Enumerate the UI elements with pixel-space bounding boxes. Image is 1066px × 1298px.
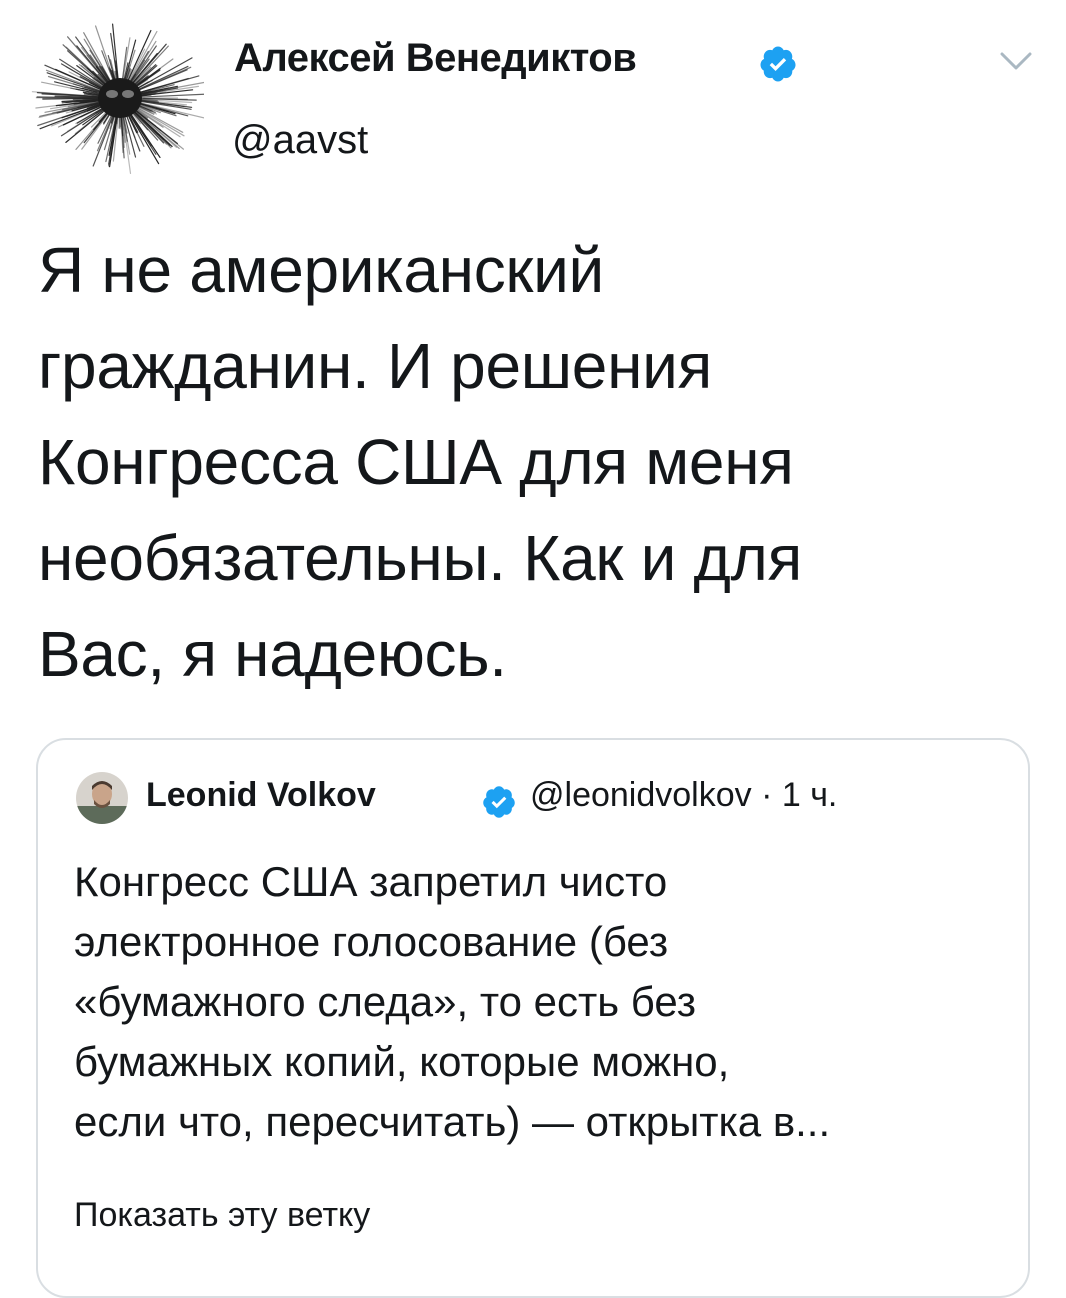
avatar[interactable]	[28, 18, 204, 178]
show-thread-link[interactable]: Показать эту ветку	[74, 1196, 370, 1235]
quoted-tweet-text: Конгресс США запретил чисто электронное …	[74, 852, 1004, 1152]
quoted-handle-time[interactable]: @leonidvolkov · 1 ч.	[530, 776, 837, 815]
verified-badge-icon	[481, 784, 517, 820]
quoted-avatar[interactable]	[76, 772, 128, 824]
tweet-text-line: необязательны. Как и для	[38, 510, 1048, 606]
quoted-text-line: электронное голосование (без	[74, 912, 1004, 972]
quoted-text-line: Конгресс США запретил чисто	[74, 852, 1004, 912]
quoted-text-line: бумажных копий, которые можно,	[74, 1032, 1004, 1092]
chevron-down-icon[interactable]	[996, 46, 1036, 76]
quoted-author-name[interactable]: Leonid Volkov	[146, 776, 376, 815]
tweet-text-line: Я не американский	[38, 222, 1048, 318]
tweet-text-line: гражданин. И решения	[38, 318, 1048, 414]
author-name[interactable]: Алексей Венедиктов	[234, 36, 636, 81]
tweet-text-line: Вас, я надеюсь.	[38, 606, 1048, 702]
author-handle[interactable]: @aavst	[232, 118, 368, 163]
tweet-text-line: Конгресса США для меня	[38, 414, 1048, 510]
tweet-text: Я не американский гражданин. И решения К…	[38, 222, 1048, 702]
quoted-text-line: если что, пересчитать) — открытка в...	[74, 1092, 1004, 1152]
tweet: Алексей Венедиктов @aavst Я не американс…	[0, 0, 1066, 1280]
avatar-image	[28, 18, 204, 178]
quoted-text-line: «бумажного следа», то есть без	[74, 972, 1004, 1032]
verified-badge-icon	[758, 44, 798, 84]
